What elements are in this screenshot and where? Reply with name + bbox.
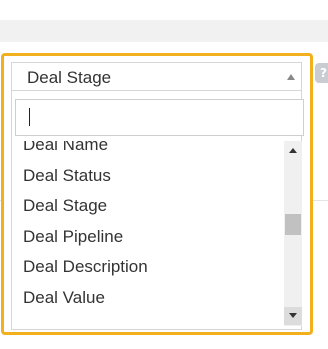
deal-field-dropdown[interactable]: Deal Stage Deal Name Deal Status Deal St… xyxy=(1,53,313,335)
options-list: Deal Name Deal Status Deal Stage Deal Pi… xyxy=(12,141,283,326)
scroll-down-button[interactable] xyxy=(284,307,302,325)
dropdown-panel: Deal Name Deal Status Deal Stage Deal Pi… xyxy=(11,90,304,330)
top-toolbar-strip xyxy=(0,20,328,42)
divider-line xyxy=(313,200,328,201)
selected-value-label: Deal Stage xyxy=(27,68,112,87)
dropdown-search-input[interactable] xyxy=(15,99,304,136)
scroll-up-arrow-icon[interactable] xyxy=(289,148,297,153)
option-deal-stage[interactable]: Deal Stage xyxy=(23,193,107,219)
help-icon[interactable]: ? xyxy=(315,63,328,83)
option-deal-pipeline[interactable]: Deal Pipeline xyxy=(23,224,123,250)
option-deal-status[interactable]: Deal Status xyxy=(23,163,111,189)
option-deal-description[interactable]: Deal Description xyxy=(23,254,148,280)
option-deal-value[interactable]: Deal Value xyxy=(23,285,105,311)
caret-up-icon[interactable] xyxy=(287,74,295,80)
text-cursor xyxy=(29,108,30,126)
scroll-down-arrow-icon xyxy=(289,313,297,318)
option-deal-name[interactable]: Deal Name xyxy=(23,141,108,158)
scrollbar-thumb[interactable] xyxy=(285,214,301,235)
dropdown-selected-field[interactable]: Deal Stage xyxy=(11,62,302,90)
options-scrollbar[interactable] xyxy=(284,141,302,326)
